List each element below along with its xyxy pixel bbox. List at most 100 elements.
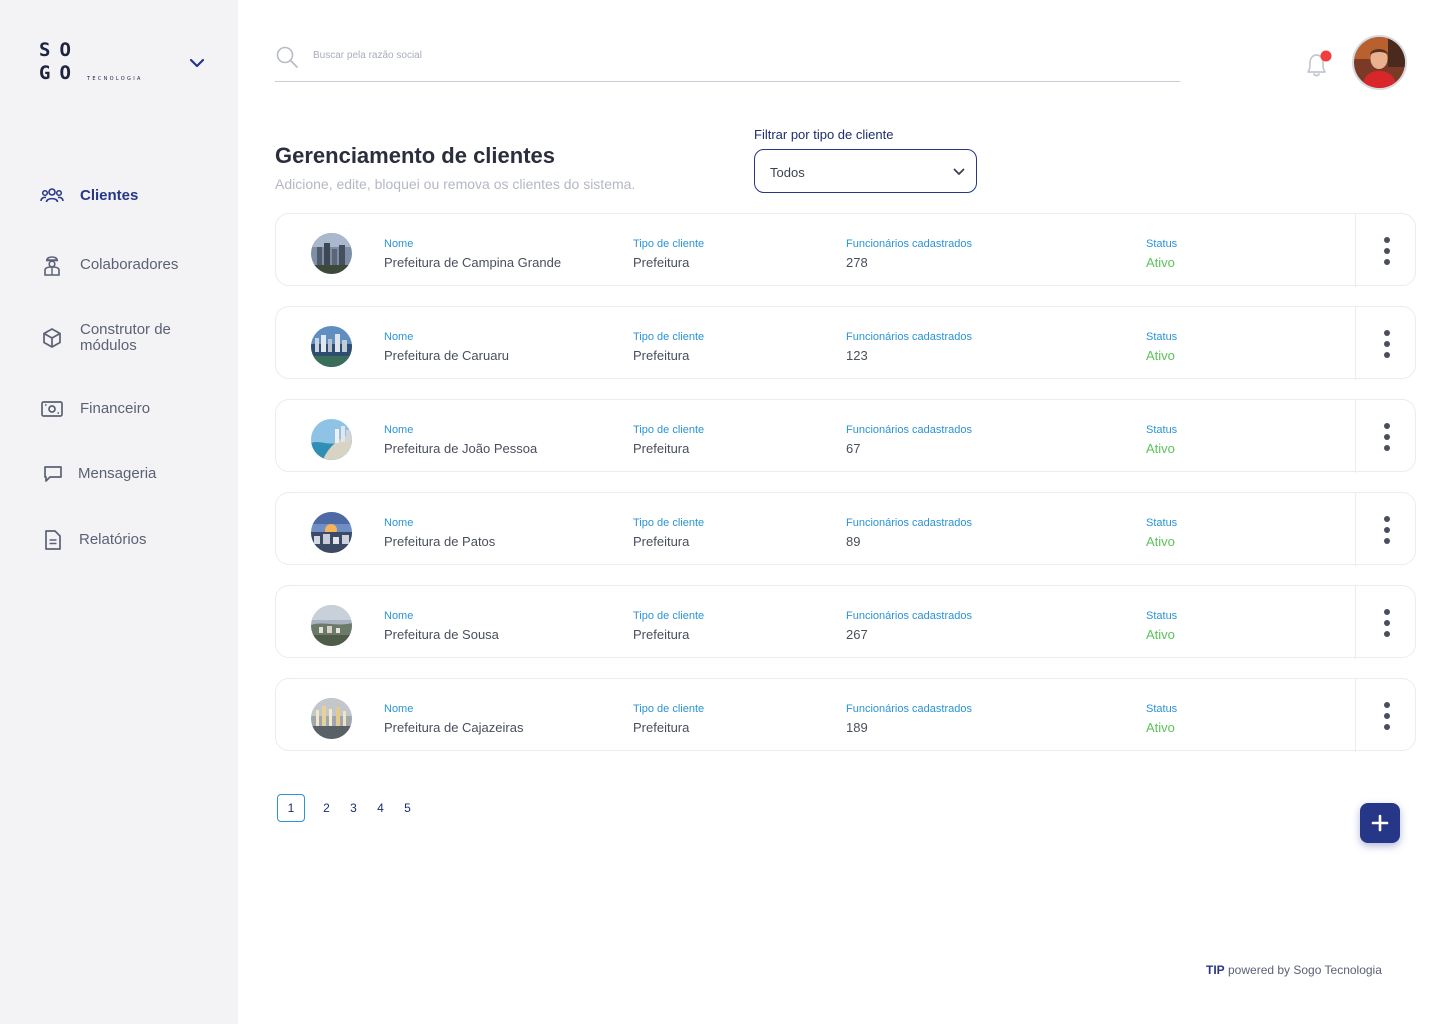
column-label-funcionarios: Funcionários cadastrados bbox=[846, 331, 972, 343]
page-1-button[interactable]: 1 bbox=[277, 794, 305, 822]
money-icon bbox=[41, 401, 63, 417]
client-status: Ativo bbox=[1146, 720, 1175, 735]
search-icon[interactable] bbox=[275, 45, 299, 69]
sidebar-item-colaboradores[interactable]: Colaboradores bbox=[40, 253, 178, 277]
worker-icon bbox=[44, 256, 60, 276]
avatar[interactable] bbox=[1352, 35, 1407, 90]
column-label-status: Status bbox=[1146, 610, 1178, 622]
client-photo bbox=[311, 419, 352, 460]
chevron-down-icon bbox=[953, 168, 965, 175]
notification-dot bbox=[1320, 50, 1332, 62]
column-label-nome: Nome bbox=[384, 238, 414, 250]
bell-icon[interactable] bbox=[1301, 48, 1335, 82]
client-row[interactable]: Nome Prefeitura de Sousa Tipo de cliente P… bbox=[275, 585, 1417, 659]
client-name: Prefeitura de Campina Grande bbox=[384, 255, 562, 270]
sidebar-item-clientes[interactable]: Clientes bbox=[40, 187, 138, 205]
column-label-nome: Nome bbox=[384, 424, 414, 436]
logo-text-bottom: GO bbox=[39, 62, 80, 84]
sidebar-item-financeiro[interactable]: Financeiro bbox=[40, 399, 150, 419]
client-employees: 278 bbox=[846, 255, 868, 270]
users-icon bbox=[40, 188, 64, 203]
client-employees: 89 bbox=[846, 534, 861, 549]
client-status: Ativo bbox=[1146, 627, 1175, 642]
column-label-tipo: Tipo de cliente bbox=[633, 331, 705, 343]
client-row[interactable]: Nome Prefeitura de Cajazeiras Tipo de cli… bbox=[275, 678, 1417, 752]
client-type: Prefeitura bbox=[633, 627, 690, 642]
cube-icon bbox=[43, 328, 61, 348]
more-options-icon[interactable] bbox=[1355, 400, 1417, 473]
sidebar-item-relatorios[interactable]: Relatórios bbox=[43, 529, 147, 551]
client-type: Prefeitura bbox=[633, 255, 690, 270]
client-type-select[interactable]: Todos bbox=[754, 149, 977, 193]
client-type: Prefeitura bbox=[633, 348, 690, 363]
client-row[interactable]: Nome Prefeitura de João Pessoa Tipo de cl… bbox=[275, 399, 1417, 473]
more-options-icon[interactable] bbox=[1355, 307, 1417, 380]
client-name: Prefeitura de Cajazeiras bbox=[384, 720, 524, 735]
client-row[interactable]: Nome Prefeitura de Campina Grande Tipo de… bbox=[275, 213, 1417, 287]
page-subtitle: Adicione, edite, bloquei ou remova os cl… bbox=[275, 176, 636, 192]
sidebar-item-label: Relatórios bbox=[79, 531, 147, 548]
more-options-icon[interactable] bbox=[1355, 493, 1417, 566]
column-label-status: Status bbox=[1146, 424, 1178, 436]
sidebar-item-label: Construtor de módulos bbox=[80, 321, 171, 354]
client-name: Prefeitura de Sousa bbox=[384, 627, 499, 642]
client-photo bbox=[311, 698, 352, 739]
column-label-tipo: Tipo de cliente bbox=[633, 517, 705, 529]
search-bar bbox=[275, 44, 1180, 82]
client-row[interactable]: Nome Prefeitura de Caruaru Tipo de client… bbox=[275, 306, 1417, 380]
page-3-button[interactable]: 3 bbox=[340, 794, 367, 822]
sidebar-item-label: Clientes bbox=[80, 187, 139, 204]
page-5-button[interactable]: 5 bbox=[394, 794, 421, 822]
client-status: Ativo bbox=[1146, 255, 1175, 270]
chevron-down-icon[interactable] bbox=[188, 56, 206, 70]
more-options-icon[interactable] bbox=[1355, 586, 1417, 659]
page-4-button[interactable]: 4 bbox=[367, 794, 394, 822]
column-label-nome: Nome bbox=[384, 517, 414, 529]
more-options-icon[interactable] bbox=[1355, 679, 1417, 752]
column-label-tipo: Tipo de cliente bbox=[633, 610, 705, 622]
sidebar-item-construtor[interactable]: Construtor de módulos bbox=[40, 322, 190, 354]
page-2-button[interactable]: 2 bbox=[313, 794, 340, 822]
client-status: Ativo bbox=[1146, 441, 1175, 456]
footer-brand: TIP bbox=[1206, 963, 1225, 977]
client-employees: 267 bbox=[846, 627, 868, 642]
client-employees: 123 bbox=[846, 348, 868, 363]
column-label-nome: Nome bbox=[384, 610, 414, 622]
client-status: Ativo bbox=[1146, 348, 1175, 363]
footer: TIP powered by Sogo Tecnologia bbox=[1206, 963, 1382, 977]
client-type: Prefeitura bbox=[633, 441, 690, 456]
client-photo bbox=[311, 605, 352, 646]
plus-icon bbox=[1371, 814, 1389, 832]
column-label-status: Status bbox=[1146, 331, 1178, 343]
add-client-button[interactable] bbox=[1360, 803, 1400, 843]
document-icon bbox=[45, 530, 61, 550]
client-row[interactable]: Nome Prefeitura de Patos Tipo de cliente P… bbox=[275, 492, 1417, 566]
column-label-tipo: Tipo de cliente bbox=[633, 424, 705, 436]
filter-selected-value: Todos bbox=[770, 165, 805, 180]
column-label-tipo: Tipo de cliente bbox=[633, 703, 705, 715]
column-label-nome: Nome bbox=[384, 703, 414, 715]
column-label-status: Status bbox=[1146, 517, 1178, 529]
pagination: 1 2 3 4 5 bbox=[277, 794, 421, 822]
sidebar-item-mensageria[interactable]: Mensageria bbox=[42, 464, 156, 484]
filter-label: Filtrar por tipo de cliente bbox=[754, 127, 894, 142]
footer-text: powered by Sogo Tecnologia bbox=[1224, 963, 1382, 977]
logo-subtitle: TECNOLOGIA bbox=[87, 76, 143, 82]
search-input[interactable] bbox=[313, 50, 1113, 61]
sogo-logo[interactable]: SO GO TECNOLOGIA bbox=[39, 41, 159, 85]
client-photo bbox=[311, 512, 352, 553]
client-type: Prefeitura bbox=[633, 534, 690, 549]
column-label-status: Status bbox=[1146, 238, 1178, 250]
client-photo bbox=[311, 326, 352, 367]
more-options-icon[interactable] bbox=[1355, 214, 1417, 287]
sidebar-item-label: Mensageria bbox=[78, 465, 157, 482]
logo-text-top: SO bbox=[39, 39, 80, 61]
column-label-funcionarios: Funcionários cadastrados bbox=[846, 703, 972, 715]
sidebar-item-label: Financeiro bbox=[80, 400, 151, 417]
sidebar-item-label: Colaboradores bbox=[80, 256, 179, 273]
client-employees: 67 bbox=[846, 441, 861, 456]
client-name: Prefeitura de Patos bbox=[384, 534, 496, 549]
client-type: Prefeitura bbox=[633, 720, 690, 735]
column-label-funcionarios: Funcionários cadastrados bbox=[846, 517, 972, 529]
client-name: Prefeitura de João Pessoa bbox=[384, 441, 538, 456]
